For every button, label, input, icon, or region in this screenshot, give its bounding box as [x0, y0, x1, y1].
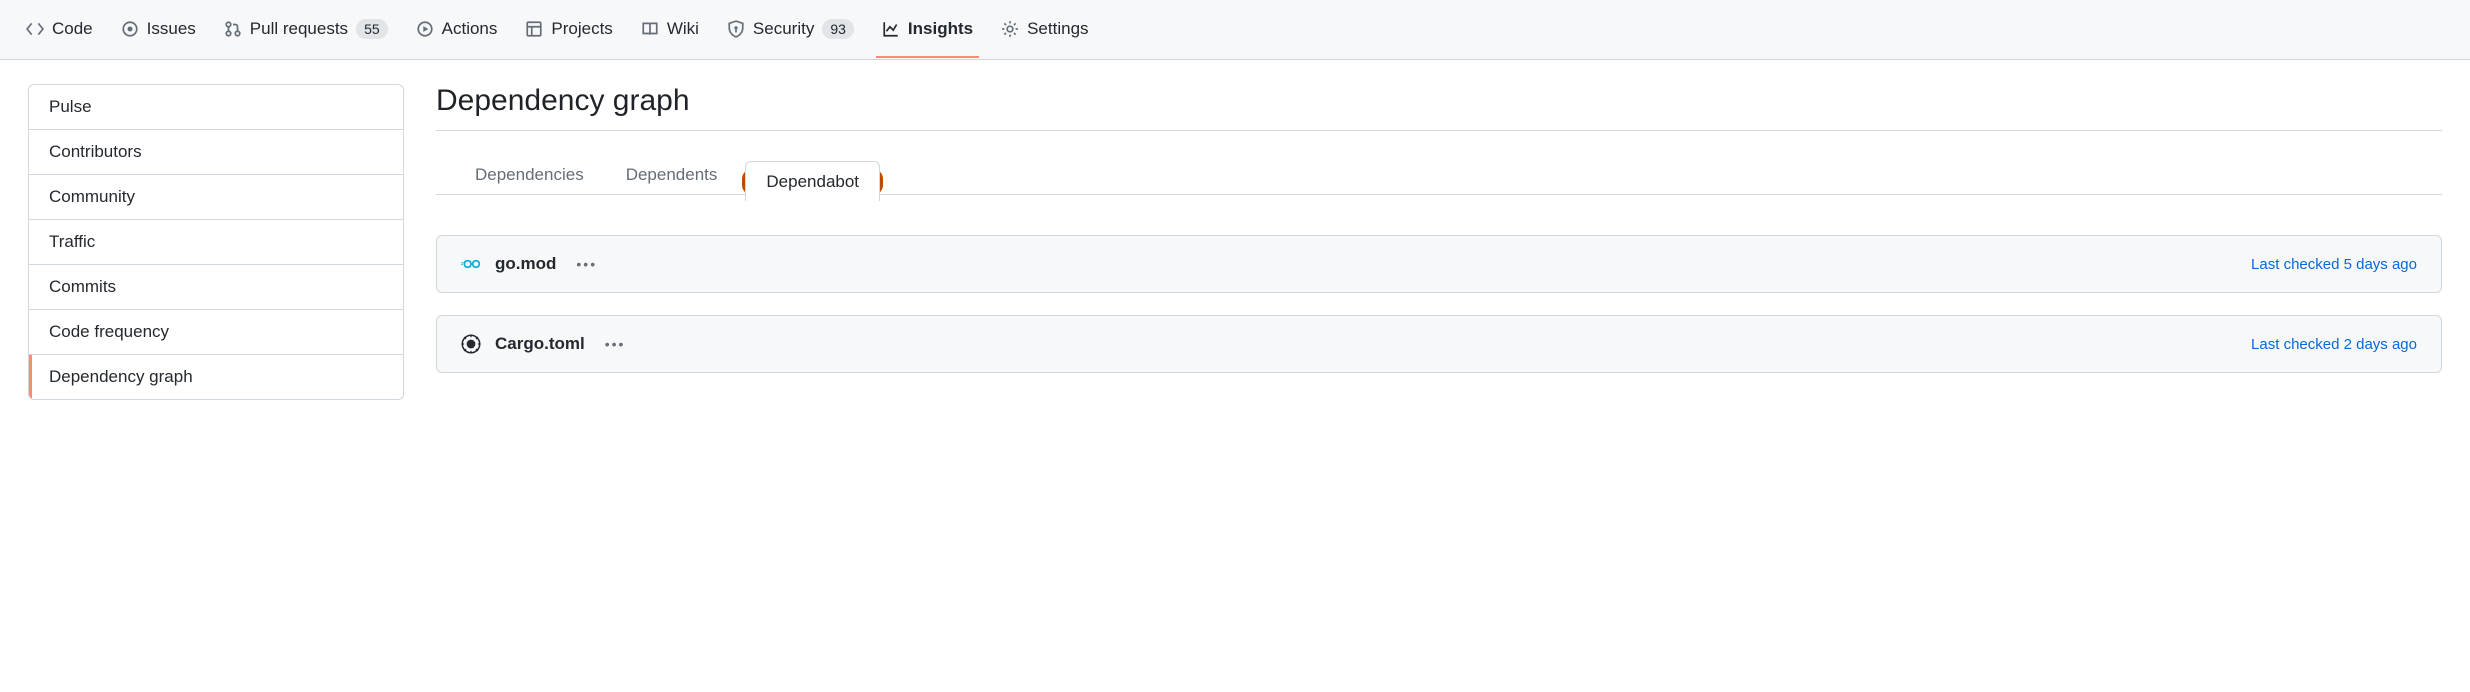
issue-icon	[121, 20, 139, 38]
manifest-name[interactable]: Cargo.toml	[495, 334, 585, 354]
manifest-list: go.mod ••• Last checked 5 days ago Cargo…	[436, 235, 2442, 373]
nav-issues[interactable]: Issues	[111, 0, 206, 60]
pull-request-icon	[224, 20, 242, 38]
last-checked-link[interactable]: Last checked 5 days ago	[2251, 256, 2417, 273]
last-checked-link[interactable]: Last checked 2 days ago	[2251, 336, 2417, 353]
sidebar-label: Dependency graph	[49, 367, 193, 386]
pr-count: 55	[356, 19, 388, 39]
nav-wiki-label: Wiki	[667, 19, 699, 39]
nav-actions-label: Actions	[442, 19, 498, 39]
nav-projects-label: Projects	[551, 19, 612, 39]
graph-icon	[882, 20, 900, 38]
sidebar-item-dependency-graph[interactable]: Dependency graph	[29, 355, 403, 399]
sidebar-label: Contributors	[49, 142, 142, 161]
nav-issues-label: Issues	[147, 19, 196, 39]
nav-security-label: Security	[753, 19, 814, 39]
repo-nav: Code Issues Pull requests 55 Actions Pro…	[0, 0, 2470, 60]
sidebar-item-community[interactable]: Community	[29, 175, 403, 220]
sidebar-item-pulse[interactable]: Pulse	[29, 85, 403, 130]
sidebar-label: Traffic	[49, 232, 95, 251]
code-icon	[26, 20, 44, 38]
nav-settings-label: Settings	[1027, 19, 1088, 39]
table-icon	[525, 20, 543, 38]
shield-icon	[727, 20, 745, 38]
nav-pr-label: Pull requests	[250, 19, 348, 39]
page-title: Dependency graph	[436, 84, 2442, 118]
sidebar-label: Commits	[49, 277, 116, 296]
tab-label: Dependents	[626, 165, 718, 184]
nav-insights-label: Insights	[908, 19, 973, 39]
dependency-subnav: Dependencies Dependents Dependabot	[436, 131, 2442, 195]
kebab-icon[interactable]: •••	[570, 254, 603, 274]
nav-projects[interactable]: Projects	[515, 0, 622, 60]
sidebar-item-contributors[interactable]: Contributors	[29, 130, 403, 175]
nav-code-label: Code	[52, 19, 93, 39]
manifest-row: Cargo.toml ••• Last checked 2 days ago	[436, 315, 2442, 373]
sidebar-item-traffic[interactable]: Traffic	[29, 220, 403, 265]
gear-icon	[1001, 20, 1019, 38]
nav-pull-requests[interactable]: Pull requests 55	[214, 0, 398, 60]
manifest-name[interactable]: go.mod	[495, 254, 556, 274]
kebab-icon[interactable]: •••	[599, 334, 632, 354]
nav-wiki[interactable]: Wiki	[631, 0, 709, 60]
sidebar-label: Pulse	[49, 97, 92, 116]
play-icon	[416, 20, 434, 38]
book-icon	[641, 20, 659, 38]
tab-dependabot[interactable]: Dependabot	[745, 161, 880, 201]
tab-dependents[interactable]: Dependents	[605, 154, 739, 195]
highlight-annotation: Dependabot	[742, 169, 883, 195]
tab-label: Dependabot	[766, 172, 859, 191]
nav-security[interactable]: Security 93	[717, 0, 864, 60]
sidebar-label: Code frequency	[49, 322, 169, 341]
nav-actions[interactable]: Actions	[406, 0, 508, 60]
insights-sidebar: Pulse Contributors Community Traffic Com…	[28, 84, 404, 400]
security-count: 93	[822, 19, 854, 39]
main-content: Dependency graph Dependencies Dependents…	[436, 84, 2442, 373]
sidebar-label: Community	[49, 187, 135, 206]
sidebar-item-commits[interactable]: Commits	[29, 265, 403, 310]
page-container: Pulse Contributors Community Traffic Com…	[0, 60, 2470, 424]
nav-insights[interactable]: Insights	[872, 0, 983, 60]
go-icon	[461, 254, 481, 274]
nav-settings[interactable]: Settings	[991, 0, 1098, 60]
sidebar-item-code-frequency[interactable]: Code frequency	[29, 310, 403, 355]
tab-dependencies[interactable]: Dependencies	[454, 154, 605, 195]
tab-label: Dependencies	[475, 165, 584, 184]
rust-icon	[461, 334, 481, 354]
manifest-row: go.mod ••• Last checked 5 days ago	[436, 235, 2442, 293]
nav-code[interactable]: Code	[16, 0, 103, 60]
